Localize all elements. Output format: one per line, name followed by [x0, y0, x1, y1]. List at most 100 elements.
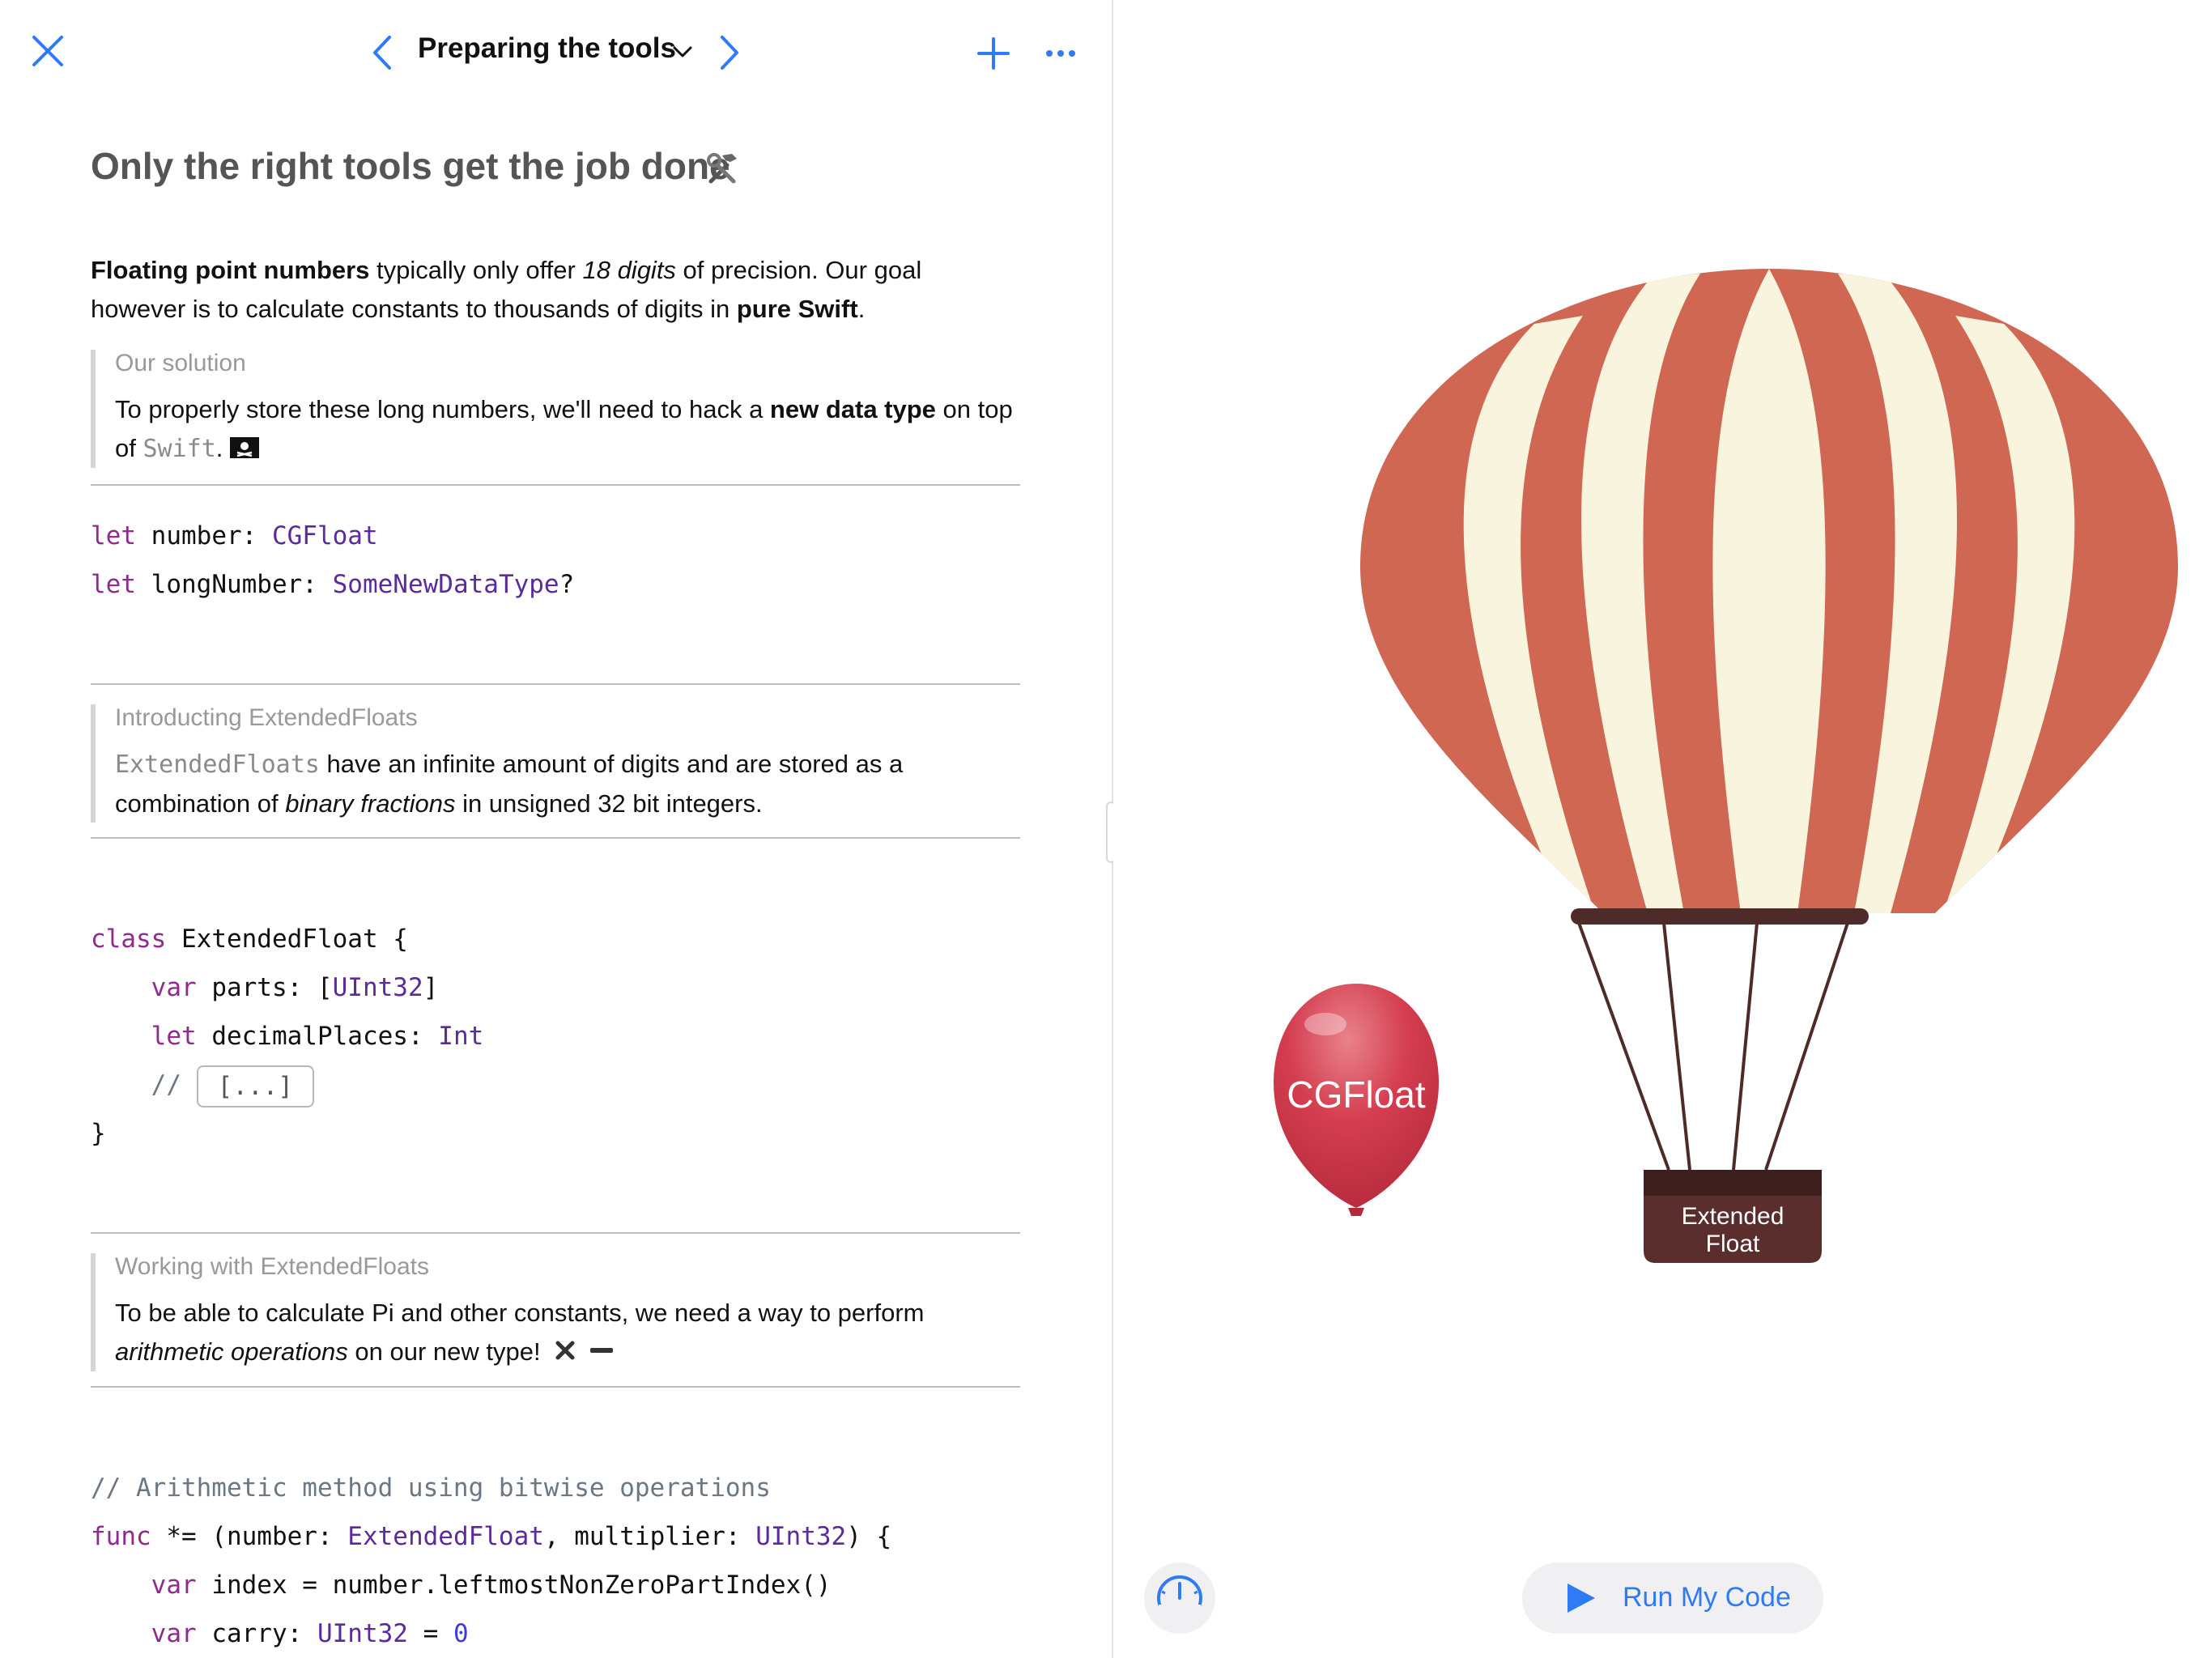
book-pane: Preparing the tools Only the right tools…	[0, 0, 1112, 1658]
code-text: }	[91, 1119, 106, 1148]
code-type: SomeNewDataType	[332, 570, 559, 599]
callout-text-a: To properly store these long numbers, we…	[115, 395, 770, 423]
close-icon[interactable]	[29, 32, 66, 70]
callout-bold: new data type	[769, 395, 936, 423]
run-my-code-button[interactable]: Run My Code	[1522, 1562, 1823, 1634]
code-text: decimalPlaces:	[196, 1022, 439, 1051]
code-text: parts: [	[196, 973, 333, 1002]
code-text: ) {	[846, 1522, 892, 1551]
code-line: var parts: [UInt32]	[91, 963, 483, 1012]
page-heading: Only the right tools get the job done	[91, 145, 730, 187]
code-text: longNumber:	[136, 570, 333, 599]
plus-icon[interactable]	[976, 36, 1011, 71]
callout-italic: binary fractions	[285, 789, 456, 818]
chevron-right-icon[interactable]	[714, 34, 743, 71]
code-comment: // Arithmetic method using bitwise opera…	[91, 1473, 771, 1503]
callout-our-solution: Our solution To properly store these lon…	[91, 350, 1020, 468]
code-number: 0	[453, 1619, 469, 1648]
code-comment: //	[151, 1070, 181, 1099]
code-keyword: class	[91, 925, 167, 954]
code-text: carry:	[196, 1619, 317, 1648]
hammer-and-wrench-icon	[703, 149, 742, 188]
callout-title: Our solution	[115, 350, 246, 376]
page-nav-title[interactable]: Preparing the tools	[418, 32, 676, 65]
code-line: let decimalPlaces: Int	[91, 1012, 484, 1061]
code-type: UInt32	[755, 1522, 847, 1551]
minus-icon	[589, 1334, 615, 1373]
intro-italic: 18 digits	[582, 256, 676, 284]
code-line: // [...]	[91, 1061, 483, 1109]
callout-bar	[91, 1253, 96, 1371]
code-line: // Arithmetic method using bitwise opera…	[91, 1464, 891, 1512]
code-text: ]	[423, 973, 439, 1002]
callout-body: ExtendedFloats have an infinite amount o…	[115, 745, 1014, 823]
code-type: UInt32	[317, 1619, 408, 1648]
callout-text-b: on our new type!	[347, 1337, 541, 1366]
intro-bold-2: pure Swift	[736, 295, 858, 323]
section-divider	[91, 683, 1020, 685]
section-divider	[91, 1232, 1020, 1234]
balloon-load-ring	[1571, 908, 1869, 925]
speedometer-icon	[1157, 1575, 1202, 1621]
balloon-ropes	[1577, 922, 1849, 1171]
intro-bold-1: Floating point numbers	[91, 256, 370, 284]
callout-text-c: .	[215, 434, 223, 462]
callout-introducing-extendedfloats: Introducting ExtendedFloats ExtendedFloa…	[91, 704, 1020, 823]
chevron-left-icon[interactable]	[368, 34, 398, 71]
hot-air-balloon-envelope	[1360, 269, 2178, 913]
code-keyword: var	[151, 973, 197, 1002]
basket-label-line-1: Extended	[1682, 1203, 1784, 1230]
inline-code: Swift	[143, 435, 216, 463]
code-line: var index = number.leftmostNonZeroPartIn…	[91, 1561, 891, 1609]
multiply-icon	[554, 1334, 576, 1373]
callout-body: To properly store these long numbers, we…	[115, 390, 1014, 470]
intro-paragraph: Floating point numbers typically only of…	[91, 251, 1022, 329]
code-keyword: let	[151, 1022, 197, 1051]
code-line: func *= (number: ExtendedFloat, multipli…	[91, 1512, 891, 1561]
chevron-down-icon[interactable]	[672, 44, 693, 60]
inline-code: ExtendedFloats	[115, 750, 320, 779]
intro-text-a: typically only offer	[369, 256, 583, 284]
code-text: =	[407, 1619, 453, 1648]
code-text: *= (number:	[151, 1522, 348, 1551]
code-line: class ExtendedFloat {	[91, 915, 483, 963]
code-line: var carry: UInt32 = 0	[91, 1609, 891, 1658]
code-keyword: var	[151, 1619, 197, 1648]
basket-label-line-2: Float	[1706, 1231, 1760, 1257]
callout-title: Working with ExtendedFloats	[115, 1253, 429, 1280]
code-type: ExtendedFloat	[347, 1522, 544, 1551]
callout-body: To be able to calculate Pi and other con…	[115, 1294, 1014, 1373]
balloon-basket: Extended Float	[1644, 1170, 1822, 1263]
code-line: let longNumber: SomeNewDataType?	[91, 560, 574, 609]
speedometer-button[interactable]	[1144, 1562, 1215, 1634]
run-my-code-label: Run My Code	[1623, 1582, 1791, 1613]
code-block-1[interactable]: let number: CGFloat let longNumber: SomeN…	[91, 512, 574, 609]
code-type: UInt32	[332, 973, 423, 1002]
code-type: CGFloat	[271, 521, 378, 551]
section-divider	[91, 1386, 1020, 1388]
cgfloat-balloon: CGFloat	[1274, 984, 1439, 1216]
pirate-flag-icon	[230, 431, 260, 470]
code-keyword: var	[151, 1571, 197, 1600]
code-text: ?	[559, 570, 575, 599]
section-divider	[91, 484, 1020, 486]
code-line: }	[91, 1109, 483, 1158]
code-text: ExtendedFloat {	[166, 925, 408, 954]
code-keyword: func	[91, 1522, 151, 1551]
code-block-2[interactable]: class ExtendedFloat { var parts: [UInt32…	[91, 915, 483, 1158]
code-text: index = number.leftmostNonZeroPartIndex(…	[196, 1571, 832, 1600]
intro-text-c: .	[857, 295, 866, 323]
live-view-scene: Extended Float CGFloat	[1274, 269, 2178, 1263]
code-keyword: let	[91, 570, 136, 599]
section-divider	[91, 837, 1020, 839]
code-keyword: let	[91, 521, 136, 551]
code-text: number:	[136, 521, 272, 551]
balloon-label: CGFloat	[1287, 1073, 1425, 1116]
collapsed-code-placeholder[interactable]: [...]	[196, 1065, 314, 1107]
callout-bar	[91, 350, 96, 468]
ellipsis-icon[interactable]	[1044, 45, 1077, 62]
code-type: Int	[438, 1022, 484, 1051]
callout-text-b: in unsigned 32 bit integers.	[455, 789, 763, 818]
code-line: let number: CGFloat	[91, 512, 574, 560]
code-block-3[interactable]: // Arithmetic method using bitwise opera…	[91, 1464, 891, 1658]
